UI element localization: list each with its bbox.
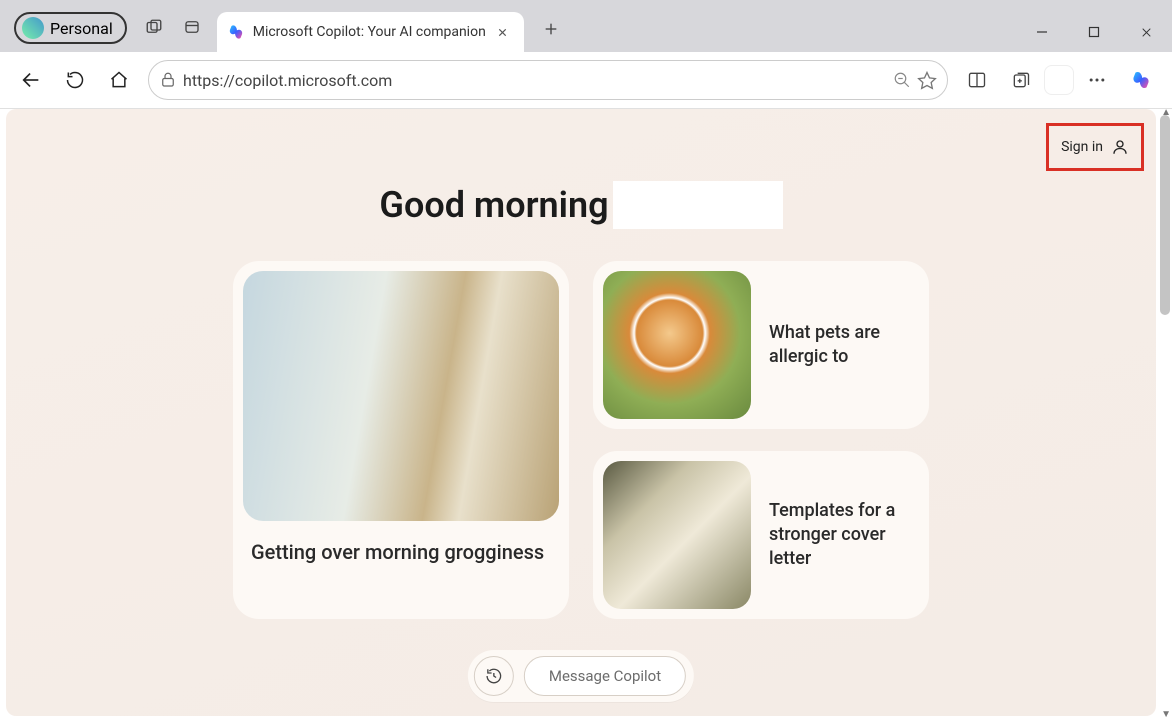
card-image-curtains — [243, 271, 559, 521]
card-title: Getting over morning grogginess — [251, 539, 551, 566]
more-menu-button[interactable] — [1076, 59, 1118, 101]
card-title: What pets are allergic to — [769, 321, 919, 370]
back-button[interactable] — [10, 59, 52, 101]
new-tab-button[interactable] — [532, 10, 570, 48]
maximize-button[interactable] — [1068, 12, 1120, 52]
url-input[interactable] — [183, 71, 887, 90]
address-bar[interactable] — [148, 60, 948, 100]
message-placeholder: Message Copilot — [549, 667, 661, 685]
tab-actions-icon[interactable] — [173, 8, 211, 46]
greeting-name-placeholder — [613, 181, 783, 229]
card-morning-grogginess[interactable]: Getting over morning grogginess — [233, 261, 569, 619]
tab-close-button[interactable] — [494, 23, 512, 41]
card-pets-allergic[interactable]: What pets are allergic to — [593, 261, 929, 429]
profile-avatar-icon — [22, 17, 44, 39]
card-image-dog — [603, 271, 751, 419]
history-button[interactable] — [474, 656, 514, 696]
sign-in-label: Sign in — [1061, 139, 1103, 155]
highlight-annotation: Sign in — [1046, 123, 1144, 171]
collections-icon[interactable] — [1000, 59, 1042, 101]
copilot-sidebar-button[interactable] — [1120, 59, 1162, 101]
refresh-button[interactable] — [54, 59, 96, 101]
greeting-text: Good morning — [379, 184, 608, 226]
sign-in-button[interactable]: Sign in — [1053, 134, 1137, 160]
greeting: Good morning — [6, 181, 1156, 229]
favorite-icon[interactable] — [917, 70, 937, 90]
browser-tab[interactable]: Microsoft Copilot: Your AI companion — [217, 12, 524, 52]
window-controls — [1016, 12, 1172, 52]
card-title: Templates for a stronger cover letter — [769, 499, 919, 572]
composer: Message Copilot — [468, 650, 694, 702]
workspaces-icon[interactable] — [135, 8, 173, 46]
user-icon — [1111, 138, 1129, 156]
cards-column-right: What pets are allergic to Templates for … — [593, 261, 929, 619]
tab-title: Microsoft Copilot: Your AI companion — [253, 24, 486, 40]
card-image-desk — [603, 461, 751, 609]
scroll-down-arrow[interactable]: ▼ — [1161, 709, 1171, 720]
copilot-tab-icon — [227, 23, 245, 41]
extension-placeholder[interactable] — [1044, 65, 1074, 95]
browser-toolbar — [0, 52, 1172, 108]
close-window-button[interactable] — [1120, 12, 1172, 52]
minimize-button[interactable] — [1016, 12, 1068, 52]
vertical-scrollbar[interactable] — [1160, 115, 1170, 315]
site-security-icon[interactable] — [159, 71, 177, 89]
copilot-page: Sign in Good morning Getting over mornin… — [6, 109, 1156, 716]
profile-switcher[interactable]: Personal — [14, 12, 127, 44]
content-viewport: Sign in Good morning Getting over mornin… — [0, 108, 1172, 722]
card-cover-letter[interactable]: Templates for a stronger cover letter — [593, 451, 929, 619]
title-bar: Personal Microsoft Copilot: Your AI comp… — [0, 0, 1172, 52]
home-button[interactable] — [98, 59, 140, 101]
zoom-out-icon[interactable] — [893, 71, 911, 89]
message-input[interactable]: Message Copilot — [524, 656, 686, 696]
split-screen-icon[interactable] — [956, 59, 998, 101]
profile-label: Personal — [50, 19, 113, 38]
suggestion-cards: Getting over morning grogginess What pet… — [6, 261, 1156, 619]
